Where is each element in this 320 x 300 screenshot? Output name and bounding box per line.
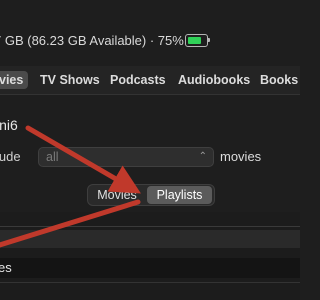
storage-info-bar: 7 GB (86.23 GB Available) · 75%	[0, 28, 300, 52]
battery-icon	[185, 34, 208, 47]
device-name: ini6	[0, 117, 18, 133]
include-label: lude	[0, 149, 21, 164]
include-filter-select[interactable]: all ⌃	[38, 147, 214, 167]
segment-playlists[interactable]: Playlists	[147, 186, 212, 204]
tab-podcasts[interactable]: Podcasts	[110, 71, 166, 89]
include-suffix-label: movies	[220, 149, 262, 164]
tab-tv-shows[interactable]: TV Shows	[40, 71, 100, 89]
tab-audiobooks[interactable]: Audiobooks	[178, 71, 250, 89]
divider	[0, 282, 300, 283]
media-tab-bar: vies TV Shows Podcasts Audiobooks Books	[0, 66, 300, 95]
include-filter-value: all	[46, 150, 59, 164]
battery-level-fill	[188, 37, 201, 44]
tab-books[interactable]: Books	[260, 71, 298, 89]
chevron-up-down-icon: ⌃	[198, 151, 207, 162]
tab-movies[interactable]: vies	[0, 71, 29, 89]
storage-capacity-text: 7 GB (86.23 GB Available) · 75%	[0, 33, 184, 48]
list-item-label: es	[0, 260, 12, 275]
segment-movies[interactable]: Movies	[88, 185, 146, 205]
movies-playlists-segmented-control: Movies Playlists	[87, 184, 215, 206]
list-item[interactable]	[0, 258, 300, 278]
divider	[0, 226, 300, 227]
list-filter-bar[interactable]	[0, 230, 300, 248]
battery-terminal-icon	[208, 38, 210, 42]
